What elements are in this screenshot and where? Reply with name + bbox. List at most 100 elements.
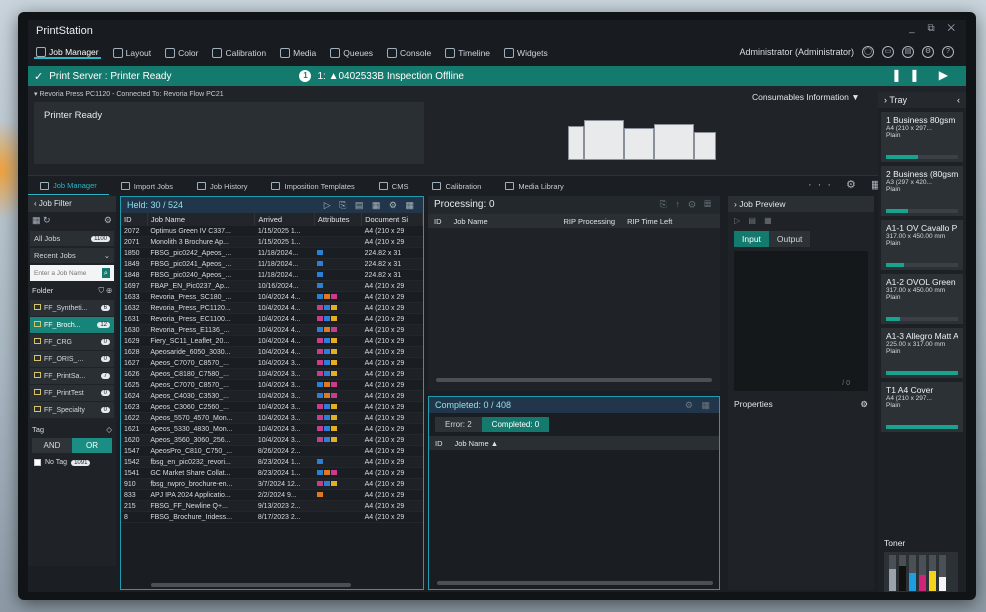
menu-widgets[interactable]: Widgets bbox=[502, 48, 550, 58]
table-row[interactable]: 215 FBSG_FF_Newline Q+... 9/13/2023 2... A4… bbox=[121, 500, 423, 512]
filter-icon[interactable]: ▦ bbox=[32, 215, 41, 225]
job-preview-header[interactable]: › Job Preview bbox=[728, 196, 874, 212]
table-row[interactable]: 1631 Revoria_Press_EC1100... 10/4/2024 4..… bbox=[121, 313, 423, 325]
tray-item[interactable]: A1-3 Allegro Matt A 225.00 x 317.00 mm Pla… bbox=[881, 328, 963, 378]
help-icon[interactable]: ? bbox=[942, 46, 954, 58]
folder-item[interactable]: FF_PrintSa... 7 bbox=[30, 368, 114, 384]
column-header[interactable]: ID bbox=[429, 439, 449, 448]
column-header[interactable]: RIP Processing bbox=[558, 217, 622, 226]
processing-scrollbar[interactable] bbox=[436, 378, 712, 382]
menu-job-manager[interactable]: Job Manager bbox=[34, 47, 101, 59]
tag-icon[interactable]: ◇ bbox=[106, 425, 112, 434]
table-row[interactable]: 1624 Apeos_C4030_C3530_... 10/4/2024 3... A… bbox=[121, 390, 423, 402]
menu-calibration[interactable]: Calibration bbox=[210, 48, 268, 58]
tab-job-manager[interactable]: Job Manager bbox=[28, 177, 109, 195]
tray-item[interactable]: A1-2 OVOL Green 317.00 x 450.00 mm Plain bbox=[881, 274, 963, 324]
job-filter-header[interactable]: ‹ Job Filter bbox=[28, 196, 116, 212]
column-header[interactable]: Document Si bbox=[361, 213, 423, 226]
filter-settings-icon[interactable]: ⚙ bbox=[104, 215, 112, 226]
properties-settings-icon[interactable]: ⚙ bbox=[860, 399, 868, 410]
table-row[interactable]: 1633 Revoria_Press_SC180_... 10/4/2024 4..… bbox=[121, 291, 423, 303]
table-row[interactable]: 1848 FBSG_pic0240_Apeos_... 11/18/2024... 2… bbox=[121, 269, 423, 281]
settings-icon[interactable]: ⚙ bbox=[922, 46, 934, 58]
held-toolbar[interactable]: ▷ ⎘ ▤ ▦ ⚙ ▦ bbox=[324, 200, 417, 210]
folder-item[interactable]: FF_PrintTest 0 bbox=[30, 385, 114, 401]
folder-item[interactable]: FF_Broch... 12 bbox=[30, 317, 114, 333]
menu-layout[interactable]: Layout bbox=[111, 48, 154, 58]
menu-timeline[interactable]: Timeline bbox=[443, 48, 492, 58]
user-icon[interactable]: ◯ bbox=[862, 46, 874, 58]
table-row[interactable]: 1625 Apeos_C7070_C8570_... 10/4/2024 3... A… bbox=[121, 379, 423, 391]
table-row[interactable]: 1632 Revoria_Press_PC1120... 10/4/2024 4..… bbox=[121, 302, 423, 314]
table-row[interactable]: 833 APJ IPA 2024 Applicatio... 2/2/2024 9.… bbox=[121, 489, 423, 501]
tab-media-library[interactable]: Media Library bbox=[493, 177, 575, 195]
pause-play-controls[interactable]: ❚❚ ▶ bbox=[891, 68, 956, 82]
all-jobs-filter[interactable]: All Jobs 1100 bbox=[30, 231, 114, 246]
tray-item[interactable]: 2 Business (80gsm A3 (297 x 420... Plain bbox=[881, 166, 963, 216]
table-row[interactable]: 8 FBSG_Brochure_Iridess... 8/17/2023 2... A… bbox=[121, 511, 423, 523]
column-header[interactable]: Job Name bbox=[147, 213, 256, 226]
table-row[interactable]: 1626 Apeos_C8180_C7580_... 10/4/2024 3... A… bbox=[121, 368, 423, 380]
completed-toolbar[interactable]: ⚙ ▦ bbox=[685, 400, 713, 410]
held-hscrollbar[interactable] bbox=[151, 583, 351, 587]
tray-header[interactable]: › Tray ‹ bbox=[878, 92, 966, 108]
or-button[interactable]: OR bbox=[72, 438, 112, 453]
table-row[interactable]: 1629 Fiery_SC11_Leaflet_20... 10/4/2024 4.… bbox=[121, 335, 423, 347]
user-name[interactable]: Administrator (Administrator) bbox=[739, 47, 854, 57]
tab-cms[interactable]: CMS bbox=[367, 177, 421, 195]
refresh-icon[interactable]: ↻ bbox=[43, 215, 51, 225]
table-row[interactable]: 1623 Apeos_C3060_C2560_... 10/4/2024 3... A… bbox=[121, 401, 423, 413]
no-tag-checkbox[interactable] bbox=[34, 459, 41, 466]
completed-tab[interactable]: Completed: 0 bbox=[481, 417, 550, 432]
table-row[interactable]: 1622 Apeos_5570_4570_Mon... 10/4/2024 3...… bbox=[121, 412, 423, 424]
tab-calibration[interactable]: Calibration bbox=[420, 177, 493, 195]
tray-item[interactable]: 1 Business 80gsm A4 (210 x 297... Plain bbox=[881, 112, 963, 162]
table-row[interactable]: 1542 fbsg_en_pic0232_revori... 8/23/2024 1… bbox=[121, 456, 423, 468]
table-row[interactable]: 1621 Apeos_5330_4830_Mon... 10/4/2024 3...… bbox=[121, 423, 423, 435]
processing-toolbar[interactable]: ⎘ ↑ ⚙ ▦ bbox=[660, 199, 714, 211]
error-tab[interactable]: Error: 2 bbox=[435, 417, 482, 432]
window-controls[interactable]: _ ⧉ ✕ bbox=[909, 23, 960, 34]
input-tab[interactable]: Input bbox=[734, 231, 769, 247]
no-tag-option[interactable]: No Tag 1091 bbox=[28, 457, 116, 468]
column-header[interactable]: Arrived bbox=[254, 213, 315, 226]
consumables-dropdown[interactable]: Consumables Information ▼ bbox=[752, 92, 860, 102]
table-row[interactable]: 1697 FBAP_EN_Pic0237_Ap... 10/16/2024... A4… bbox=[121, 280, 423, 292]
menu-color[interactable]: Color bbox=[163, 48, 200, 58]
column-header[interactable]: Job Name ▲ bbox=[449, 439, 505, 448]
monitor-icon[interactable]: ▭ bbox=[882, 46, 894, 58]
menu-media[interactable]: Media bbox=[278, 48, 318, 58]
job-search-input[interactable] bbox=[34, 269, 94, 277]
table-row[interactable]: 1850 FBSG_pic0242_Apeos_... 11/18/2024... 2… bbox=[121, 247, 423, 259]
tray-item[interactable]: T1 A4 Cover A4 (210 x 297... Plain bbox=[881, 382, 963, 432]
output-tab[interactable]: Output bbox=[768, 231, 811, 247]
column-header[interactable]: Attributes bbox=[314, 213, 363, 226]
menu-queues[interactable]: Queues bbox=[328, 48, 375, 58]
preview-toolbar[interactable]: ▷ ▤ ▦ bbox=[728, 212, 874, 229]
folder-item[interactable]: FF_Syntheti... 6 bbox=[30, 300, 114, 316]
menu-console[interactable]: Console bbox=[385, 48, 433, 58]
table-row[interactable]: 1547 ApeosPro_C810_C750_... 8/26/2024 2...… bbox=[121, 445, 423, 457]
table-row[interactable]: 910 fbsg_rwpro_brochure-en... 3/7/2024 12.… bbox=[121, 478, 423, 490]
table-row[interactable]: 1627 Apeos_C7070_C8570_... 10/4/2024 3... A… bbox=[121, 357, 423, 369]
column-header[interactable]: ID bbox=[121, 213, 148, 226]
alert-message[interactable]: 1: ▲0402533B Inspection Offline bbox=[317, 71, 463, 82]
search-icon[interactable]: ⌕ bbox=[101, 268, 110, 278]
tabs-more-controls[interactable]: ··· ⚙ ▦ bbox=[808, 178, 887, 191]
folder-item[interactable]: FF_Specialty 0 bbox=[30, 402, 114, 418]
printer-icon[interactable]: ▤ bbox=[902, 46, 914, 58]
and-button[interactable]: AND bbox=[32, 438, 72, 453]
column-header[interactable]: Job Name bbox=[448, 217, 558, 226]
table-row[interactable]: 1541 GC Market Share Collat... 8/23/2024 1… bbox=[121, 467, 423, 479]
table-row[interactable]: 1849 FBSG_pic0241_Apeos_... 11/18/2024... 2… bbox=[121, 258, 423, 270]
folder-item[interactable]: FF_CRG 0 bbox=[30, 334, 114, 350]
completed-scrollbar[interactable] bbox=[437, 581, 713, 585]
folder-filter-icon[interactable]: ⛉ ⊕ bbox=[99, 286, 112, 296]
table-row[interactable]: 1628 Apeosaride_6050_3030... 10/4/2024 4..… bbox=[121, 346, 423, 358]
collapse-icon[interactable]: ‹ bbox=[957, 95, 960, 105]
table-row[interactable]: 2071 Monolith 3 Brochure Ap... 1/15/2025 1… bbox=[121, 236, 423, 248]
table-row[interactable]: 1630 Revoria_Press_E1136_... 10/4/2024 4..… bbox=[121, 324, 423, 336]
tab-import-jobs[interactable]: Import Jobs bbox=[109, 177, 185, 195]
column-header[interactable]: ID bbox=[428, 217, 448, 226]
folder-item[interactable]: FF_ORIS_... 0 bbox=[30, 351, 114, 367]
